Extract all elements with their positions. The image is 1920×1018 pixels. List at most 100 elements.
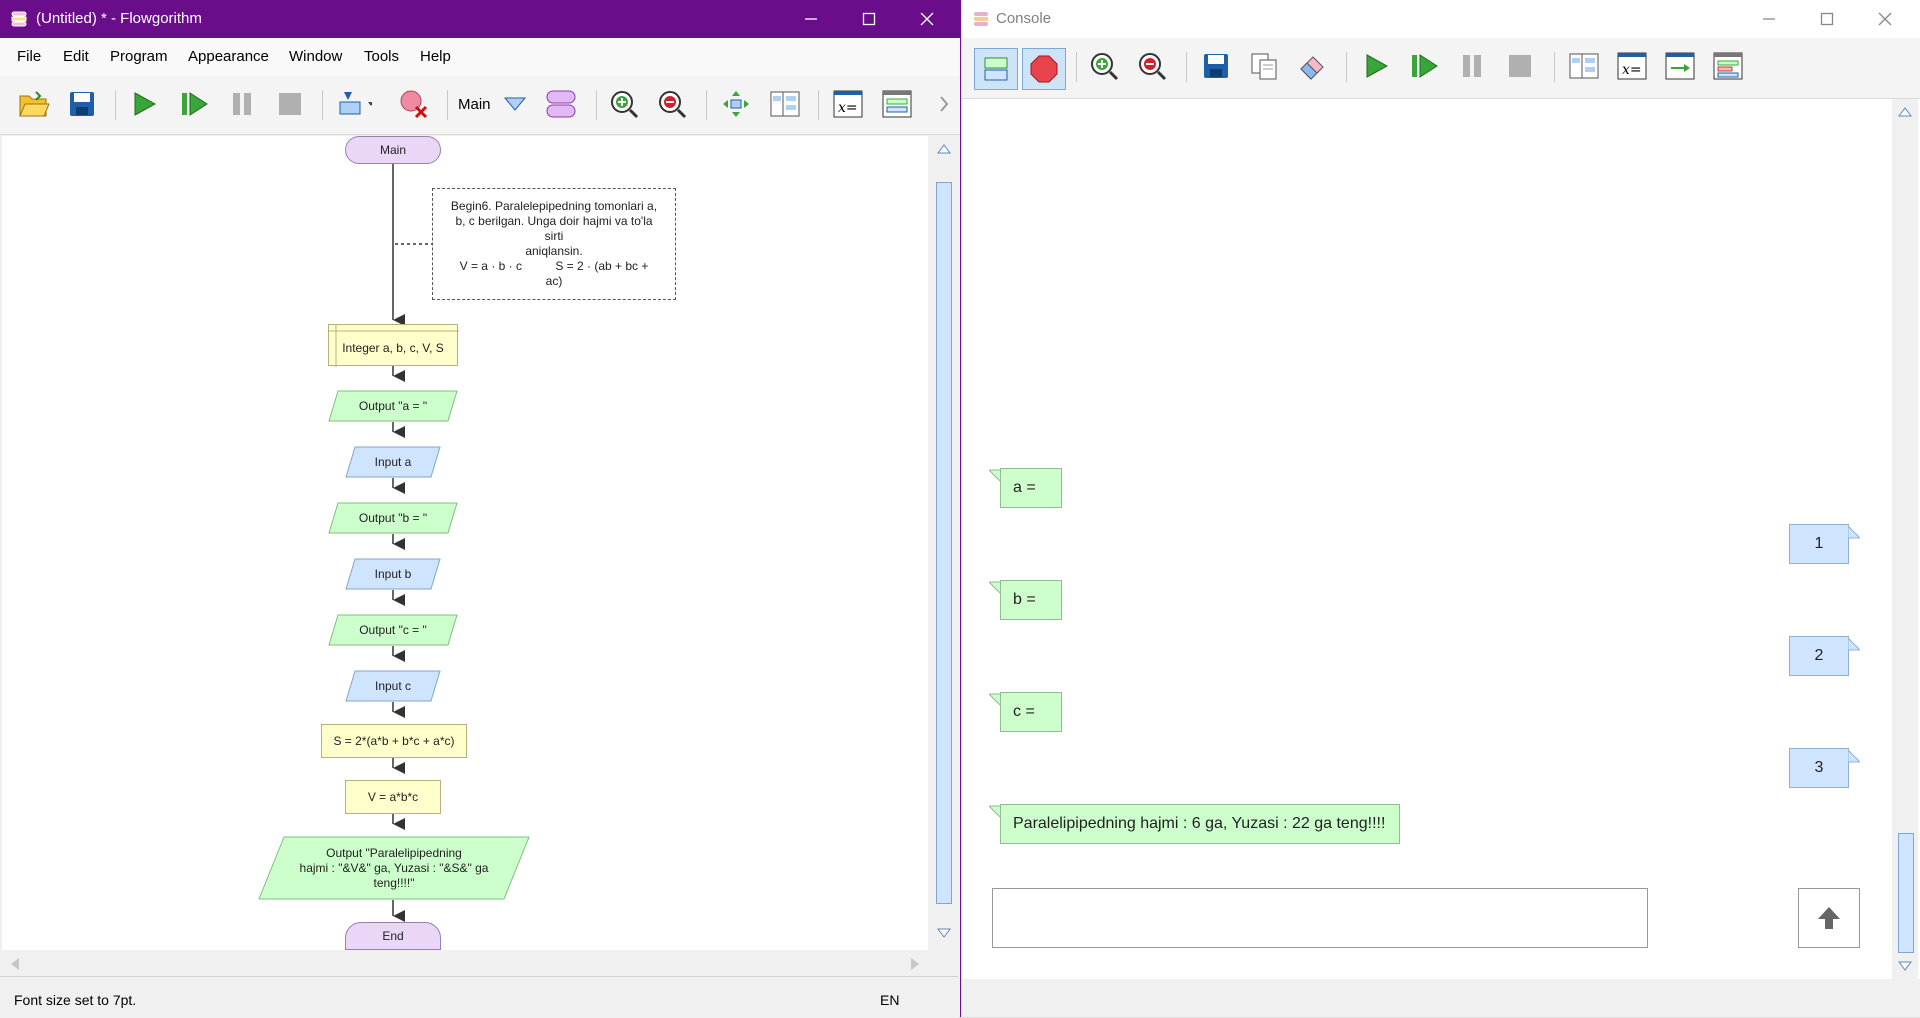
- console-split-view-button[interactable]: [1566, 48, 1602, 84]
- menu-program[interactable]: Program: [110, 48, 168, 65]
- console-input-bubble: 1: [1789, 524, 1849, 564]
- menu-help[interactable]: Help: [420, 48, 451, 65]
- console-output-bubble: a =: [1000, 468, 1062, 508]
- console-minimize-button[interactable]: [1740, 0, 1798, 38]
- split-view-button[interactable]: [767, 86, 803, 122]
- console-variable-watch-button[interactable]: x=: [1614, 48, 1650, 84]
- function-dropdown-button[interactable]: [497, 86, 533, 122]
- assign-v-shape[interactable]: V = a*b*c: [345, 780, 441, 814]
- scroll-down-icon[interactable]: [937, 928, 951, 938]
- menu-edit[interactable]: Edit: [63, 48, 89, 65]
- console-output-bubble: b =: [1000, 580, 1062, 620]
- comment-line: V = a · b · c S = 2 · (ab + bc +: [459, 259, 649, 273]
- language-indicator[interactable]: EN: [880, 992, 899, 1008]
- end-terminal[interactable]: End: [345, 922, 441, 950]
- start-terminal[interactable]: Main: [345, 136, 441, 164]
- output-result-line: hajmi : "&V&" ga, Yuzasi : "&S&" ga: [299, 860, 489, 875]
- zoom-out-button[interactable]: [654, 86, 690, 122]
- console-layout-button[interactable]: [1710, 48, 1746, 84]
- eraser-icon: [1300, 56, 1324, 80]
- layout-button[interactable]: [718, 86, 754, 122]
- console-zoom-out-button[interactable]: [1134, 48, 1170, 84]
- output-b-shape[interactable]: Output "b = ": [328, 502, 458, 534]
- input-b-shape[interactable]: Input b: [345, 558, 441, 590]
- console-scroll-thumb[interactable]: [1898, 833, 1914, 953]
- save-button[interactable]: [64, 86, 100, 122]
- manage-functions-icon: [546, 90, 576, 118]
- input-a-shape[interactable]: Input a: [345, 446, 441, 478]
- menu-appearance[interactable]: Appearance: [188, 48, 269, 65]
- save-icon: [70, 92, 94, 116]
- maximize-button[interactable]: [840, 0, 898, 38]
- flowchart-canvas[interactable]: Main Begin6. Paralelepipedning tomonlari…: [2, 136, 928, 950]
- clear-button[interactable]: [1294, 48, 1330, 84]
- open-button[interactable]: [16, 86, 52, 122]
- title-bar[interactable]: (Untitled) * - Flowgorithm: [0, 0, 960, 38]
- output-c-shape[interactable]: Output "c = ": [328, 614, 458, 646]
- copy-button[interactable]: [1246, 48, 1282, 84]
- canvas-vertical-scrollbar[interactable]: [932, 136, 954, 950]
- stop-button[interactable]: [272, 86, 308, 122]
- output-a-shape[interactable]: Output "a = ": [328, 390, 458, 422]
- add-shape-button[interactable]: [336, 86, 372, 122]
- variable-watch-button[interactable]: x=: [830, 86, 866, 122]
- scroll-right-icon[interactable]: [910, 957, 920, 971]
- output-result-shape[interactable]: Output "Paralelipipedning hajmi : "&V&" …: [258, 836, 530, 900]
- console-chat-area[interactable]: a = 1 b = 2 c = 3 Paralelipipedning hajm…: [962, 99, 1890, 979]
- scroll-up-icon[interactable]: [937, 144, 951, 154]
- pause-button[interactable]: [224, 86, 260, 122]
- delete-shape-icon: [400, 90, 428, 119]
- stop-sign-button[interactable]: [1022, 48, 1066, 90]
- input-c-shape[interactable]: Input c: [345, 670, 441, 702]
- console-toolbar: x=: [962, 38, 1920, 99]
- save-icon: [1204, 54, 1228, 78]
- delete-shape-button[interactable]: [396, 86, 432, 122]
- menu-window[interactable]: Window: [289, 48, 342, 65]
- output-window-button[interactable]: [1662, 48, 1698, 84]
- console-stop-button[interactable]: [1502, 48, 1538, 84]
- declare-shape[interactable]: Integer a, b, c, V, S: [328, 324, 459, 367]
- step-button[interactable]: [176, 86, 212, 122]
- console-button[interactable]: [879, 86, 915, 122]
- run-button[interactable]: [126, 86, 162, 122]
- menu-bar: File Edit Program Appearance Window Tool…: [0, 38, 960, 76]
- flowgorithm-window: (Untitled) * - Flowgorithm File Edit Pro…: [0, 0, 961, 1018]
- console-vertical-scrollbar[interactable]: [1892, 99, 1918, 979]
- zoom-out-icon: [1139, 53, 1167, 81]
- zoom-in-icon: [611, 91, 639, 119]
- zoom-in-button[interactable]: [606, 86, 642, 122]
- console-maximize-button[interactable]: [1798, 0, 1856, 38]
- console-zoom-in-button[interactable]: [1086, 48, 1122, 84]
- function-dropdown-icon: [503, 97, 527, 111]
- console-run-button[interactable]: [1358, 48, 1394, 84]
- canvas-horizontal-scrollbar[interactable]: [2, 952, 928, 974]
- minimize-button[interactable]: [782, 0, 840, 38]
- console-input-field[interactable]: [992, 888, 1648, 948]
- console-close-button[interactable]: [1856, 0, 1914, 38]
- open-icon: [19, 91, 50, 117]
- send-button[interactable]: [1798, 888, 1860, 948]
- input-a-label: Input a: [374, 454, 412, 469]
- chat-mode-button[interactable]: [974, 48, 1018, 90]
- comment-box[interactable]: Begin6. Paralelepipedning tomonlari a, b…: [432, 188, 676, 300]
- scroll-down-icon[interactable]: [1898, 961, 1912, 971]
- scroll-up-icon[interactable]: [1898, 107, 1912, 117]
- split-view-icon: [1569, 53, 1599, 79]
- assign-s-shape[interactable]: S = 2*(a*b + b*c + a*c): [321, 724, 467, 758]
- menu-tools[interactable]: Tools: [364, 48, 399, 65]
- console-window: Console x= a = 1 b = 2 c = 3 Paralelipip…: [962, 0, 1920, 1017]
- declare-label: Integer a, b, c, V, S: [342, 340, 444, 355]
- console-title-bar[interactable]: Console: [962, 0, 1920, 38]
- manage-functions-button[interactable]: [543, 86, 579, 122]
- console-pause-button[interactable]: [1454, 48, 1490, 84]
- close-button[interactable]: [898, 0, 956, 38]
- toolbar-overflow-button[interactable]: [934, 86, 954, 122]
- scroll-left-icon[interactable]: [10, 957, 20, 971]
- run-icon: [1366, 54, 1389, 78]
- console-save-button[interactable]: [1198, 48, 1234, 84]
- scroll-thumb[interactable]: [936, 182, 952, 904]
- variable-watch-icon: x=: [1617, 52, 1647, 80]
- menu-file[interactable]: File: [17, 48, 41, 65]
- console-step-button[interactable]: [1406, 48, 1442, 84]
- function-selector[interactable]: Main: [458, 96, 491, 113]
